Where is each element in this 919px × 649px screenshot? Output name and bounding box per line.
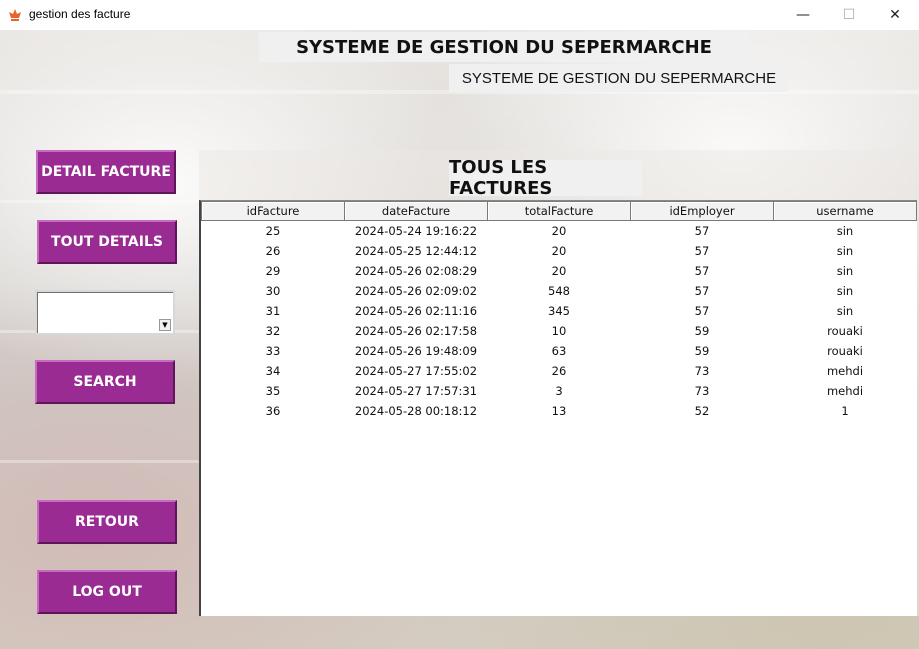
cell-datefacture: 2024-05-27 17:57:31 (354, 384, 478, 398)
table-row[interactable]: 29 2024-05-26 02:08:29 20 57 sin (202, 261, 917, 281)
window-title: gestion des facture (29, 7, 131, 21)
cell-idfacture: 30 (265, 284, 281, 298)
page-subtitle: SYSTEME DE GESTION DU SEPERMARCHE (449, 64, 789, 92)
column-header-idfacture[interactable]: idFacture (201, 201, 345, 221)
cell-idemployer: 52 (694, 404, 710, 418)
cell-idemployer: 57 (694, 284, 710, 298)
cell-datefacture: 2024-05-27 17:55:02 (354, 364, 478, 378)
column-header-totalfacture[interactable]: totalFacture (487, 201, 631, 221)
cell-idemployer: 57 (694, 224, 710, 238)
retour-button[interactable]: RETOUR (37, 500, 177, 544)
cell-totalfacture: 345 (548, 304, 570, 318)
column-header-username[interactable]: username (773, 201, 917, 221)
minimize-button[interactable]: — (780, 0, 826, 30)
cell-idemployer: 57 (694, 244, 710, 258)
panel-title: TOUS LES FACTURES (449, 157, 642, 199)
cell-datefacture: 2024-05-28 00:18:12 (354, 404, 478, 418)
logout-button[interactable]: LOG OUT (37, 570, 177, 614)
search-combobox[interactable]: ▼ (35, 290, 175, 335)
cell-datefacture: 2024-05-24 19:16:22 (354, 224, 478, 238)
cell-username: sin (836, 244, 854, 258)
cell-username: rouaki (827, 344, 863, 358)
cell-datefacture: 2024-05-26 02:11:16 (354, 304, 478, 318)
cell-idfacture: 32 (265, 324, 281, 338)
table-row[interactable]: 36 2024-05-28 00:18:12 13 52 1 (202, 401, 917, 421)
cell-idfacture: 29 (265, 264, 281, 278)
table-row[interactable]: 30 2024-05-26 02:09:02 548 57 sin (202, 281, 917, 301)
table-row[interactable]: 31 2024-05-26 02:11:16 345 57 sin (202, 301, 917, 321)
table-row[interactable]: 34 2024-05-27 17:55:02 26 73 mehdi (202, 361, 917, 381)
cell-username: mehdi (826, 384, 864, 398)
table-row[interactable]: 32 2024-05-26 02:17:58 10 59 rouaki (202, 321, 917, 341)
cell-username: mehdi (826, 364, 864, 378)
search-button[interactable]: SEARCH (35, 360, 175, 404)
cell-totalfacture: 26 (551, 364, 567, 378)
app-feather-icon (9, 9, 21, 21)
cell-idemployer: 73 (694, 384, 710, 398)
factures-table: idFacture dateFacture totalFacture idEmp… (201, 201, 917, 421)
window-titlebar: gestion des facture — ☐ ✕ (0, 0, 919, 30)
cell-datefacture: 2024-05-25 12:44:12 (354, 244, 478, 258)
cell-totalfacture: 13 (551, 404, 567, 418)
cell-username: 1 (841, 404, 849, 418)
cell-totalfacture: 20 (551, 224, 567, 238)
cell-idfacture: 26 (265, 244, 281, 258)
cell-datefacture: 2024-05-26 02:08:29 (354, 264, 478, 278)
cell-totalfacture: 20 (551, 264, 567, 278)
tout-details-button[interactable]: TOUT DETAILS (37, 220, 177, 264)
cell-totalfacture: 63 (551, 344, 567, 358)
table-row[interactable]: 25 2024-05-24 19:16:22 20 57 sin (202, 221, 917, 242)
cell-username: sin (836, 224, 854, 238)
table-header-row: idFacture dateFacture totalFacture idEmp… (201, 201, 917, 221)
close-button[interactable]: ✕ (872, 0, 918, 30)
chevron-down-icon[interactable]: ▼ (159, 319, 171, 331)
cell-username: sin (836, 264, 854, 278)
cell-totalfacture: 548 (548, 284, 570, 298)
cell-idfacture: 35 (265, 384, 281, 398)
cell-idemployer: 59 (694, 324, 710, 338)
cell-idemployer: 73 (694, 364, 710, 378)
cell-datefacture: 2024-05-26 02:17:58 (354, 324, 478, 338)
cell-idfacture: 25 (265, 224, 281, 238)
cell-idfacture: 33 (265, 344, 281, 358)
factures-table-container[interactable]: idFacture dateFacture totalFacture idEmp… (199, 200, 917, 616)
cell-username: rouaki (827, 324, 863, 338)
cell-idfacture: 34 (265, 364, 281, 378)
cell-idemployer: 59 (694, 344, 710, 358)
detail-facture-button[interactable]: DETAIL FACTURE (36, 150, 176, 194)
cell-username: sin (836, 304, 854, 318)
cell-idfacture: 36 (265, 404, 281, 418)
cell-idemployer: 57 (694, 304, 710, 318)
cell-totalfacture: 10 (551, 324, 567, 338)
cell-idfacture: 31 (265, 304, 281, 318)
column-header-datefacture[interactable]: dateFacture (344, 201, 488, 221)
cell-datefacture: 2024-05-26 02:09:02 (354, 284, 478, 298)
cell-totalfacture: 20 (551, 244, 567, 258)
maximize-button[interactable]: ☐ (826, 0, 872, 30)
table-row[interactable]: 33 2024-05-26 19:48:09 63 59 rouaki (202, 341, 917, 361)
table-row[interactable]: 35 2024-05-27 17:57:31 3 73 mehdi (202, 381, 917, 401)
column-header-idemployer[interactable]: idEmployer (630, 201, 774, 221)
page-title: SYSTEME DE GESTION DU SEPERMARCHE (259, 32, 749, 62)
cell-idemployer: 57 (694, 264, 710, 278)
cell-datefacture: 2024-05-26 19:48:09 (354, 344, 478, 358)
cell-totalfacture: 3 (555, 384, 563, 398)
cell-username: sin (836, 284, 854, 298)
table-row[interactable]: 26 2024-05-25 12:44:12 20 57 sin (202, 241, 917, 261)
